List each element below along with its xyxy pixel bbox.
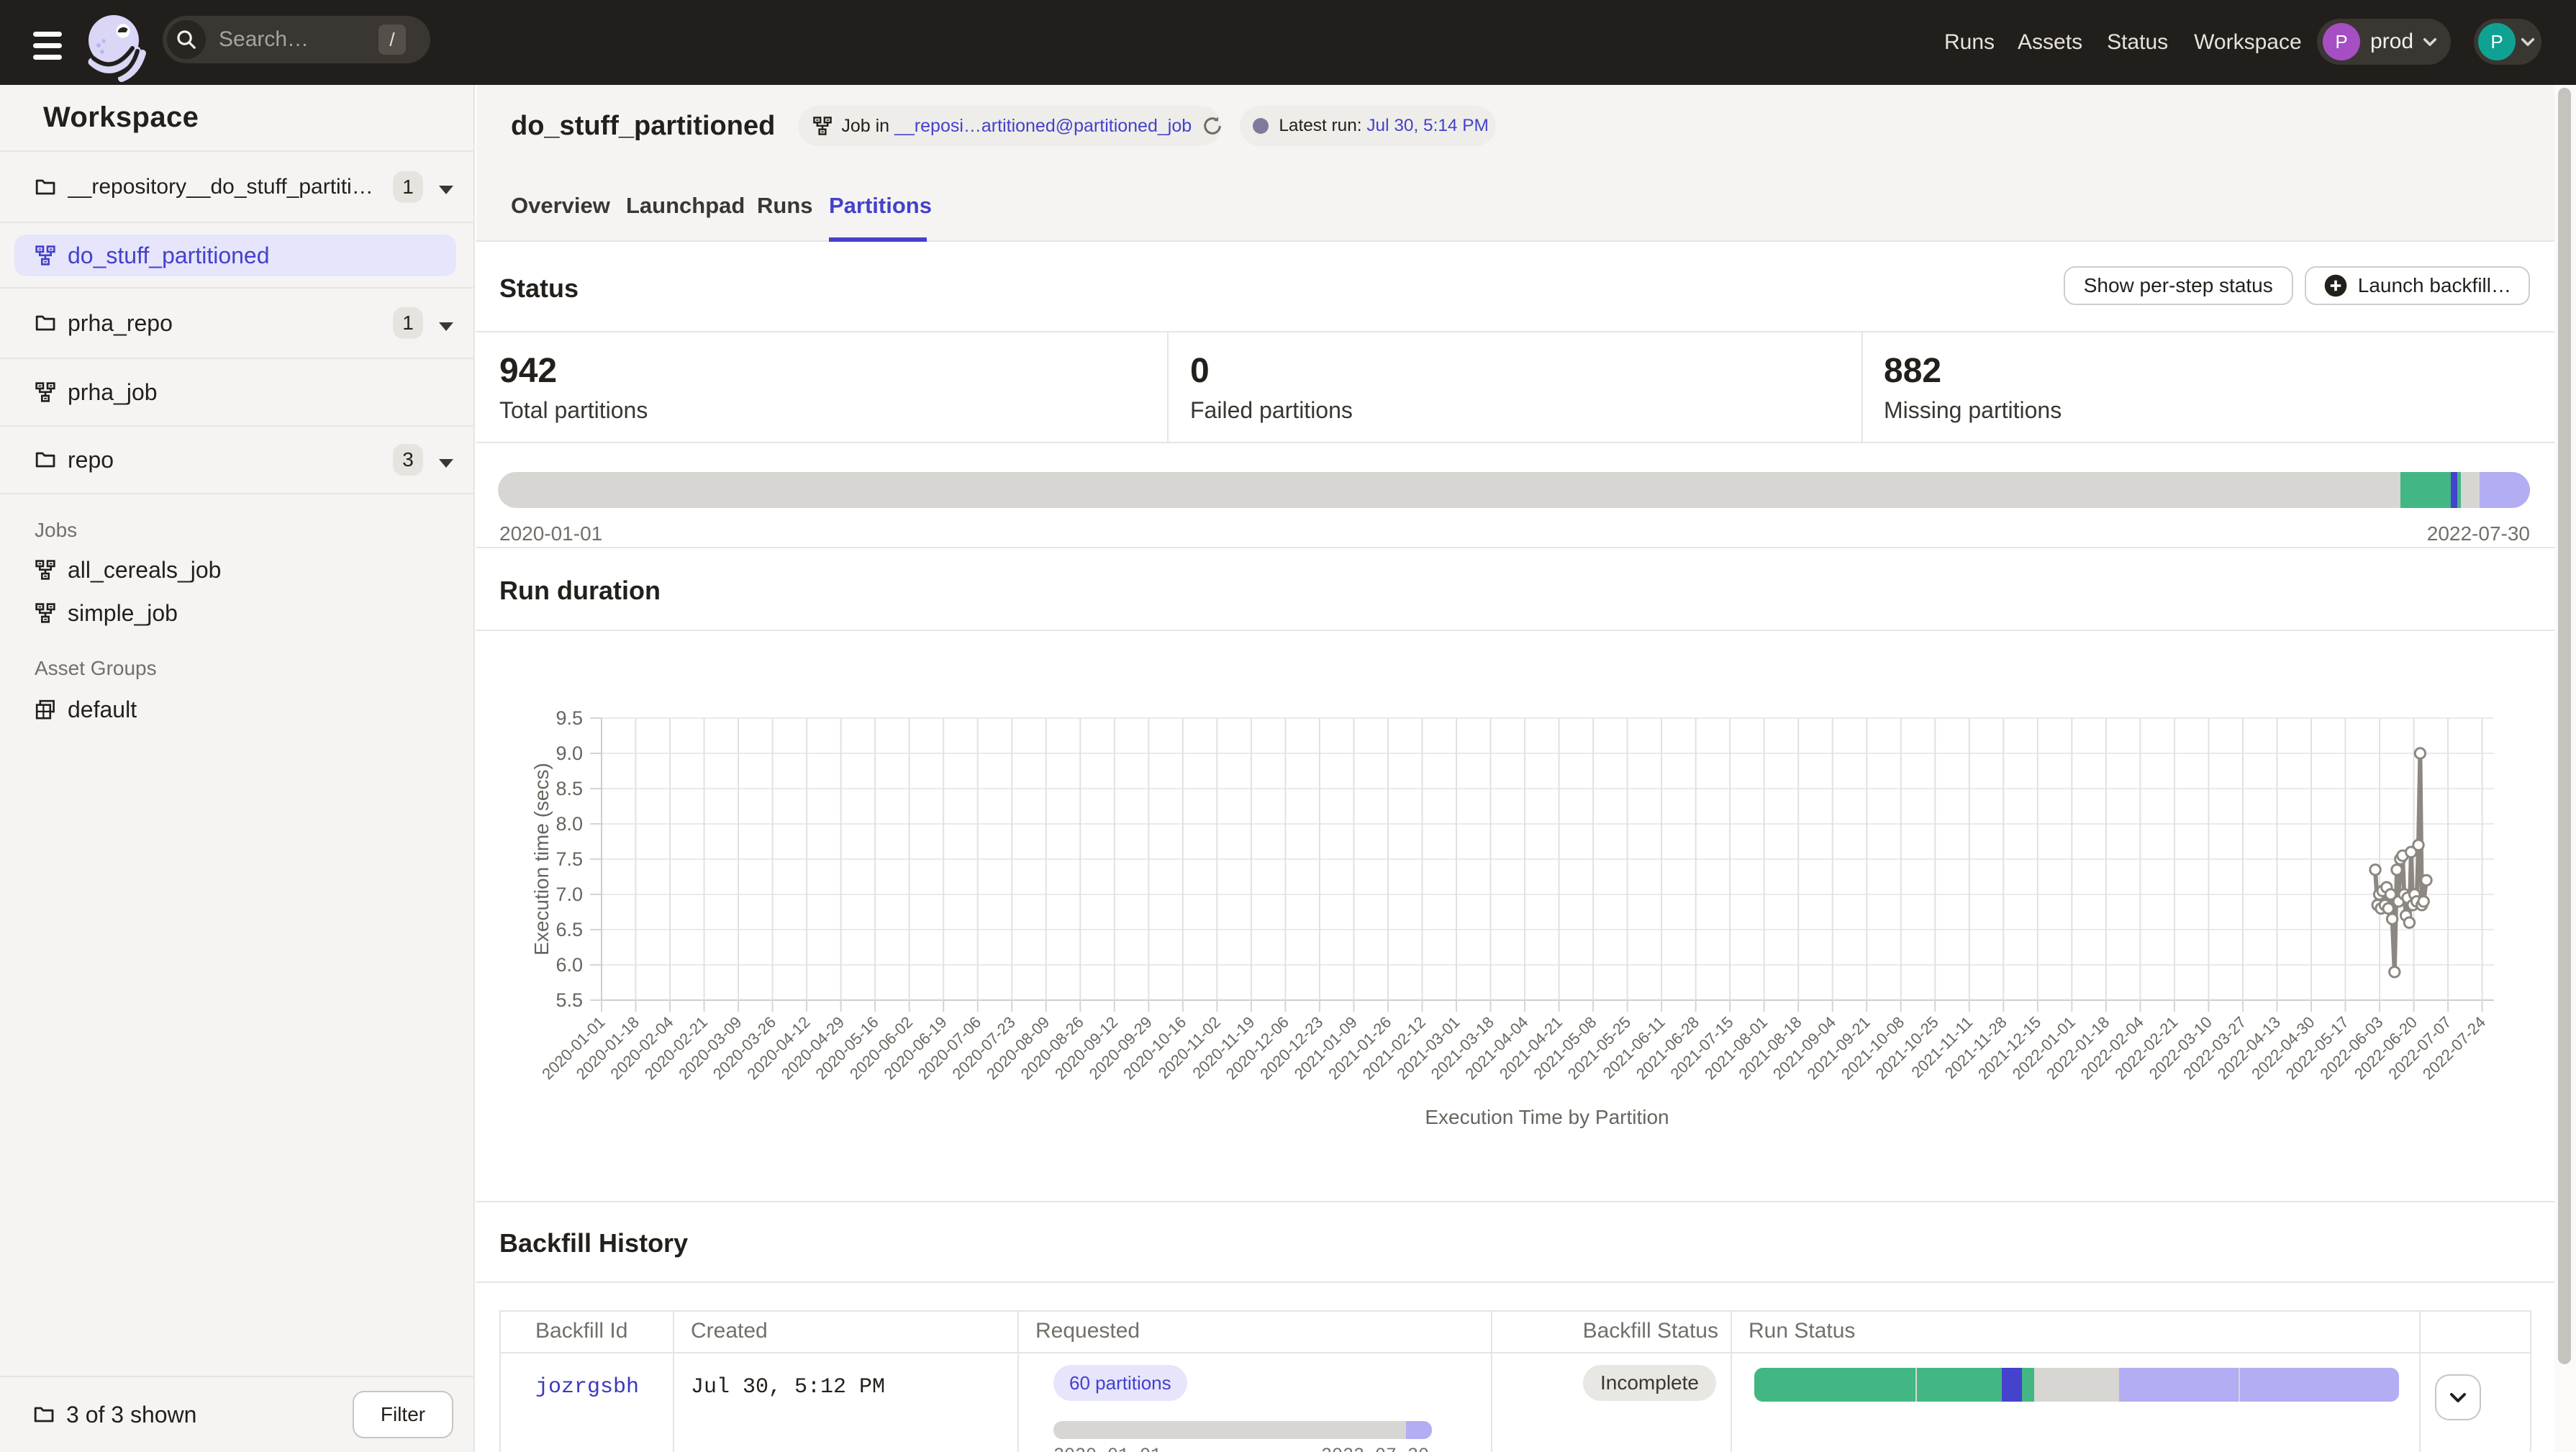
svg-text:6.0: 6.0 [555,954,583,976]
svg-text:Execution Time by Partition: Execution Time by Partition [1425,1106,1669,1128]
svg-text:7.0: 7.0 [555,884,583,905]
svg-text:8.0: 8.0 [555,813,583,835]
svg-text:Execution time (secs): Execution time (secs) [530,763,553,956]
svg-text:7.5: 7.5 [555,848,583,870]
svg-text:8.5: 8.5 [555,778,583,799]
svg-text:9.0: 9.0 [555,743,583,764]
svg-text:6.5: 6.5 [555,919,583,940]
svg-text:5.5: 5.5 [555,989,583,1011]
svg-text:9.5: 9.5 [555,707,583,729]
